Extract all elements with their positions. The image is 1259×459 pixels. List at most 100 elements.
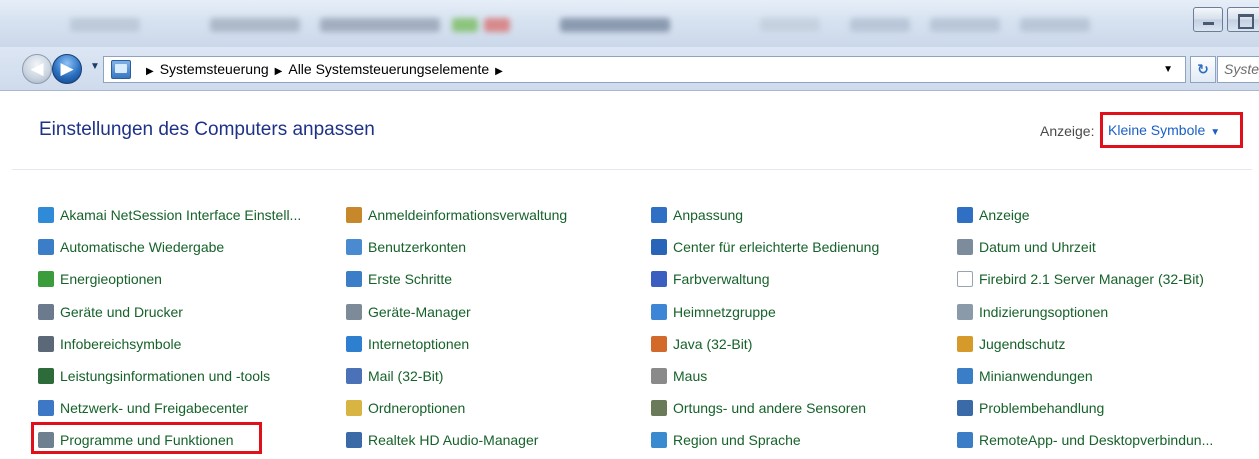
firebird-icon: [957, 271, 973, 287]
control-panel-item-label: Ordneroptionen: [368, 400, 466, 416]
title-bar: [0, 0, 1259, 47]
control-panel-item-label: Mail (32-Bit): [368, 368, 444, 384]
address-dropdown-icon[interactable]: ▼: [1163, 57, 1173, 82]
control-panel-item-label: Netzwerk- und Freigabecenter: [60, 400, 249, 416]
refresh-button[interactable]: ↻: [1190, 56, 1216, 83]
control-panel-item[interactable]: Anmeldeinformationsverwaltung: [346, 204, 567, 226]
autoplay-icon: [38, 239, 54, 255]
control-panel-item-label: Jugendschutz: [979, 336, 1066, 352]
gadgets-icon: [957, 368, 973, 384]
breadcrumb-arrow-icon[interactable]: ▶: [495, 66, 503, 77]
address-bar[interactable]: ▶ Systemsteuerung ▶ Alle Systemsteuerungsel…: [103, 56, 1186, 83]
breadcrumb-arrow-icon[interactable]: ▶: [275, 66, 283, 77]
control-panel-item[interactable]: Anpassung: [651, 204, 743, 226]
control-panel-item[interactable]: Geräte und Drucker: [38, 301, 183, 323]
display-icon: [957, 207, 973, 223]
control-panel-item-label: Benutzerkonten: [368, 239, 467, 255]
control-panel-item[interactable]: Energieoptionen: [38, 268, 162, 290]
user-accounts-icon: [346, 239, 362, 255]
control-panel-item-label: Realtek HD Audio-Manager: [368, 432, 539, 448]
color-management-icon: [651, 271, 667, 287]
control-panel-item[interactable]: Farbverwaltung: [651, 268, 770, 290]
control-panel-item-label: Minianwendungen: [979, 368, 1093, 384]
performance-icon: [38, 368, 54, 384]
control-panel-item-label: Problembehandlung: [979, 400, 1105, 416]
control-panel-item-label: Center für erleichterte Bedienung: [673, 239, 880, 255]
control-panel-item-label: Programme und Funktionen: [60, 432, 234, 448]
control-panel-item[interactable]: Mail (32-Bit): [346, 365, 443, 387]
back-button[interactable]: ◀: [22, 54, 52, 84]
maximize-button[interactable]: [1227, 7, 1259, 32]
control-panel-item[interactable]: Ortungs- und andere Sensoren: [651, 397, 866, 419]
control-panel-item[interactable]: Region und Sprache: [651, 429, 801, 451]
control-panel-icon: [111, 60, 131, 79]
region-language-icon: [651, 432, 667, 448]
divider: [12, 169, 1252, 170]
control-panel-item[interactable]: Geräte-Manager: [346, 301, 471, 323]
search-input[interactable]: System: [1217, 56, 1259, 83]
control-panel-item[interactable]: Automatische Wiedergabe: [38, 236, 224, 258]
remoteapp-icon: [957, 432, 973, 448]
control-panel-item[interactable]: Problembehandlung: [957, 397, 1104, 419]
control-panel-item-label: Maus: [673, 368, 708, 384]
control-panel-item-label: Java (32-Bit): [673, 336, 753, 352]
control-panel-item[interactable]: Jugendschutz: [957, 333, 1065, 355]
control-panel-item-label: Energieoptionen: [60, 271, 162, 287]
control-panel-item-label: Region und Sprache: [673, 432, 801, 448]
breadcrumb-arrow-icon[interactable]: ▶: [146, 66, 154, 77]
control-panel-item[interactable]: Infobereichsymbole: [38, 333, 181, 355]
forward-arrow-icon: ▶: [60, 59, 74, 78]
control-panel-item[interactable]: Erste Schritte: [346, 268, 452, 290]
minimize-button[interactable]: [1193, 7, 1223, 32]
control-panel-item[interactable]: Netzwerk- und Freigabecenter: [38, 397, 248, 419]
control-panel-item-label: Anmeldeinformationsverwaltung: [368, 207, 568, 223]
control-panel-item[interactable]: Center für erleichterte Bedienung: [651, 236, 879, 258]
breadcrumb-systemsteuerung[interactable]: Systemsteuerung: [160, 61, 269, 77]
control-panel-item[interactable]: Indizierungsoptionen: [957, 301, 1108, 323]
programs-icon: [38, 432, 54, 448]
breadcrumb-alle-elemente[interactable]: Alle Systemsteuerungselemente: [288, 61, 489, 77]
control-panel-item[interactable]: Internetoptionen: [346, 333, 469, 355]
control-panel-item-label: Geräte-Manager: [368, 304, 471, 320]
notification-area-icon: [38, 336, 54, 352]
control-panel-item[interactable]: Firebird 2.1 Server Manager (32-Bit): [957, 268, 1204, 290]
control-panel-item-label: Heimnetzgruppe: [673, 304, 776, 320]
forward-button[interactable]: ▶: [52, 54, 82, 84]
view-label: Anzeige:: [1040, 123, 1095, 139]
control-panel-item[interactable]: Akamai NetSession Interface Einstell...: [38, 204, 301, 226]
control-panel-item-label: Farbverwaltung: [673, 271, 770, 287]
control-panel-item[interactable]: Maus: [651, 365, 707, 387]
control-panel-item-label: Datum und Uhrzeit: [979, 239, 1096, 255]
parental-controls-icon: [957, 336, 973, 352]
control-panel-item[interactable]: RemoteApp- und Desktopverbindun...: [957, 429, 1213, 451]
control-panel-item[interactable]: Benutzerkonten: [346, 236, 466, 258]
control-panel-item[interactable]: Programme und Funktionen: [38, 429, 234, 451]
date-time-icon: [957, 239, 973, 255]
control-panel-item-label: Infobereichsymbole: [60, 336, 182, 352]
sensors-icon: [651, 400, 667, 416]
control-panel-item[interactable]: Heimnetzgruppe: [651, 301, 776, 323]
control-panel-item-label: Akamai NetSession Interface Einstell...: [60, 207, 302, 223]
control-panel-item[interactable]: Anzeige: [957, 204, 1030, 226]
control-panel-item[interactable]: Leistungsinformationen und -tools: [38, 365, 270, 387]
control-panel-item[interactable]: Realtek HD Audio-Manager: [346, 429, 538, 451]
control-panel-item-label: Indizierungsoptionen: [979, 304, 1109, 320]
mail-icon: [346, 368, 362, 384]
troubleshooting-icon: [957, 400, 973, 416]
control-panel-item[interactable]: Datum und Uhrzeit: [957, 236, 1096, 258]
control-panel-item-label: Ortungs- und andere Sensoren: [673, 400, 867, 416]
window-controls: [1187, 7, 1259, 32]
control-panel-item[interactable]: Minianwendungen: [957, 365, 1093, 387]
recent-pages-dropdown[interactable]: ▼: [90, 61, 100, 72]
control-panel-item-label: Erste Schritte: [368, 271, 453, 287]
view-mode-dropdown[interactable]: Kleine Symbole ▼: [1100, 112, 1243, 148]
getting-started-icon: [346, 271, 362, 287]
control-panel-item[interactable]: Ordneroptionen: [346, 397, 465, 419]
control-panel-item[interactable]: Java (32-Bit): [651, 333, 752, 355]
navigation-bar: ◀ ▶ ▼ ▶ Systemsteuerung ▶ Alle Systemsteuer…: [0, 47, 1259, 91]
control-panel-item-label: RemoteApp- und Desktopverbindun...: [979, 432, 1214, 448]
control-panel-item-label: Firebird 2.1 Server Manager (32-Bit): [979, 271, 1204, 287]
ease-of-access-icon: [651, 239, 667, 255]
control-panel-item-label: Anpassung: [673, 207, 744, 223]
control-panel-item-label: Internetoptionen: [368, 336, 470, 352]
